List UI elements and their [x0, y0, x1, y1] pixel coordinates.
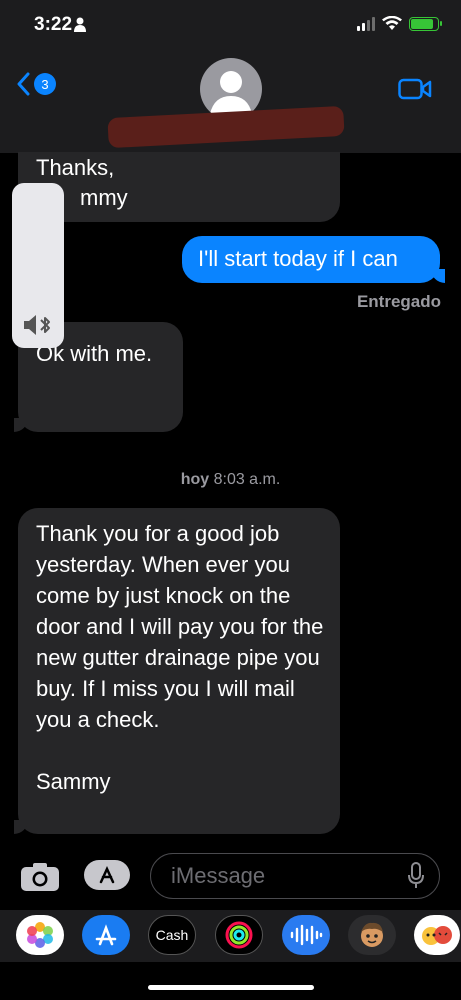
camera-icon[interactable]: [20, 862, 60, 892]
bubble-tail: [14, 418, 28, 432]
photos-app-button[interactable]: [16, 915, 64, 955]
bubble-tail: [431, 269, 445, 283]
message-text: I'll start today if I can: [198, 246, 398, 271]
memoji-icon: [361, 922, 383, 947]
activity-app-button[interactable]: [215, 915, 263, 955]
app-store-icon: [99, 866, 115, 884]
chevron-left-icon: [17, 72, 30, 96]
wifi-icon: [382, 16, 402, 30]
received-message[interactable]: Thanks, mmy: [18, 152, 340, 222]
message-text: Thank you for a good job yesterday. When…: [36, 521, 324, 794]
facetime-video-icon[interactable]: [398, 78, 432, 100]
volume-overlay[interactable]: [12, 183, 64, 348]
message-input[interactable]: [169, 861, 393, 891]
signal-icon: [357, 16, 375, 31]
message-timestamp: hoy 8:03 a.m.: [0, 471, 461, 489]
app-store-button[interactable]: [84, 860, 130, 890]
unread-count-badge: 3: [34, 73, 56, 95]
delivery-status: Entregado: [356, 292, 441, 311]
person-status-icon: [74, 17, 86, 32]
waveform-icon: [290, 924, 323, 946]
microphone-icon[interactable]: [407, 862, 425, 890]
message-text: k with me.: [53, 341, 153, 366]
battery-icon: [409, 16, 442, 31]
status-time: 3:22: [34, 14, 73, 35]
cash-label: Cash: [155, 927, 189, 943]
imessage-field[interactable]: [150, 853, 440, 899]
photos-icon: [27, 922, 53, 948]
app-store-app-button[interactable]: [82, 915, 130, 955]
speaker-bluetooth-icon: [24, 315, 50, 335]
timestamp-time: 8:03 a.m.: [213, 471, 281, 488]
status-indicators: [357, 16, 442, 31]
timestamp-day: hoy: [180, 471, 210, 488]
message-text: Thanks,: [36, 155, 115, 180]
sent-message[interactable]: I'll start today if I can: [182, 236, 445, 283]
apple-cash-app-button[interactable]: Cash: [148, 915, 196, 955]
app-store-a-icon: [95, 924, 117, 946]
memoji-app-button[interactable]: [348, 915, 396, 955]
home-indicator[interactable]: [148, 985, 314, 990]
stickers-app-button[interactable]: [414, 915, 460, 955]
audio-message-app-button[interactable]: [282, 915, 330, 955]
received-message[interactable]: Thank you for a good job yesterday. When…: [14, 508, 340, 834]
message-text: mmy: [80, 185, 128, 210]
activity-rings-icon: [225, 921, 253, 949]
emoji-stickers-icon: [422, 926, 452, 945]
bubble-tail: [14, 820, 28, 834]
back-button[interactable]: 3: [16, 72, 56, 96]
